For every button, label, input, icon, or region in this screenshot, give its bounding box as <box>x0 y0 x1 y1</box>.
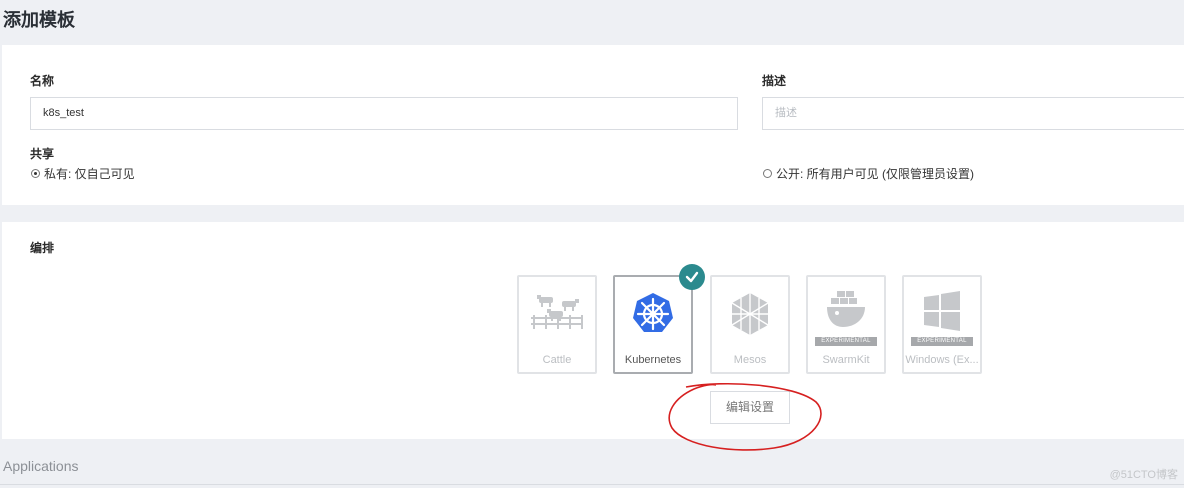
swarmkit-experimental-badge: EXPERIMENTAL <box>815 337 877 346</box>
name-input[interactable]: k8s_test <box>30 97 738 130</box>
private-radio-option[interactable]: 私有: 仅自己可见 <box>31 165 135 182</box>
mesos-icon <box>731 293 769 335</box>
red-circle-annotation <box>668 382 822 451</box>
orchestration-card-windows[interactable]: EXPERIMENTAL Windows (Ex... <box>902 275 982 374</box>
cattle-label: Cattle <box>542 354 572 366</box>
applications-divider <box>0 484 1184 485</box>
public-radio-label: 公开: 所有用户可见 (仅限管理员设置) <box>776 167 974 181</box>
description-label: 描述 <box>762 74 787 88</box>
public-radio-option[interactable]: 公开: 所有用户可见 (仅限管理员设置) <box>763 165 974 182</box>
page-title: 添加模板 <box>3 10 75 30</box>
swarmkit-icon <box>827 291 865 327</box>
watermark: @51CTO博客 <box>1109 469 1178 481</box>
orchestration-label: 编排 <box>30 241 55 255</box>
orchestration-card-swarmkit[interactable]: EXPERIMENTAL SwarmKit <box>806 275 886 374</box>
name-label: 名称 <box>30 74 55 88</box>
windows-label: Windows (Ex... <box>905 354 979 366</box>
private-radio[interactable] <box>31 169 40 178</box>
orchestration-card-mesos[interactable]: Mesos <box>710 275 790 374</box>
swarmkit-label: SwarmKit <box>822 354 870 366</box>
public-radio[interactable] <box>763 169 772 178</box>
windows-icon <box>924 291 960 331</box>
kubernetes-icon <box>633 293 673 332</box>
description-input[interactable]: 描述 <box>762 97 1184 130</box>
cattle-icon <box>531 295 583 329</box>
mesos-label: Mesos <box>733 354 767 366</box>
kubernetes-label: Kubernetes <box>624 354 682 366</box>
orchestration-card-kubernetes[interactable]: Kubernetes <box>613 275 693 374</box>
share-label: 共享 <box>30 147 55 161</box>
applications-heading: Applications <box>3 458 79 474</box>
orchestration-card-cattle[interactable]: Cattle <box>517 275 597 374</box>
windows-experimental-badge: EXPERIMENTAL <box>911 337 973 346</box>
private-radio-label: 私有: 仅自己可见 <box>44 167 135 181</box>
selected-check-icon <box>679 264 705 290</box>
